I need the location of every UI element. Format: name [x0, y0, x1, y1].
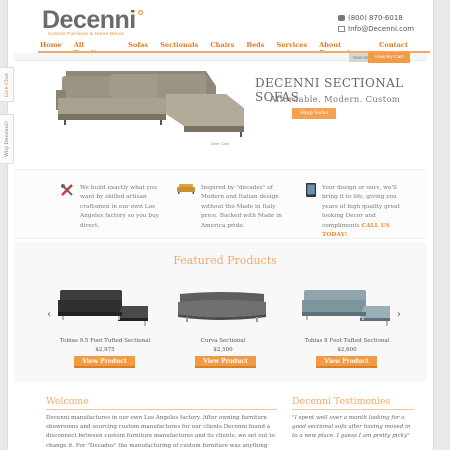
feature-text-craftsmen: We build exactly what you want by skille… [80, 185, 160, 229]
testimonial-quote: "I spent well over a month looking for a… [292, 415, 411, 440]
sofa-icon [177, 184, 195, 194]
hero-subtitle: Affordable. Modern. Custom [270, 94, 401, 104]
tools-icon [61, 184, 73, 196]
product-name-1[interactable]: Tobias 9.5 Foot Tufted Sectional [50, 338, 160, 344]
carousel-next-icon[interactable]: › [397, 309, 401, 320]
logo[interactable]: Decenni [42, 6, 143, 35]
email-address: Info@Decenni.com [348, 25, 415, 33]
logo-dot-icon [137, 10, 143, 15]
testimonials-divider [292, 409, 414, 410]
feature-text-design: Inspired by "decades" of Modern and Ital… [201, 185, 282, 229]
live-chat-tab[interactable]: Live Chat [0, 67, 14, 102]
shop-sofas-button[interactable]: Shop Sofas [292, 108, 336, 119]
product-image-1 [58, 290, 148, 326]
view-product-button-2[interactable]: View Product [195, 356, 256, 368]
tagline: Custom Furniture & Home Decor [48, 32, 124, 37]
feature-text-call: Your design or ours, we'll bring it to l… [322, 185, 400, 239]
view-product-button-1[interactable]: View Product [74, 356, 135, 368]
product-name-2[interactable]: Curva Sectional [168, 338, 278, 344]
view-product-button-3[interactable]: View Product [316, 356, 377, 368]
welcome-text: Decenni manufactures in our own Los Ange… [46, 415, 275, 449]
view-cart-button[interactable]: View My Cart [368, 52, 410, 63]
phone-icon [338, 15, 345, 21]
tablet-icon [306, 183, 316, 197]
welcome-divider [46, 409, 277, 410]
featured-title: Featured Products [173, 254, 277, 267]
product-price-1: $2,975 [95, 347, 115, 353]
carousel-prev-icon[interactable]: ‹ [47, 309, 51, 320]
phone-contact[interactable]: (800) 870-6018 [338, 14, 403, 22]
welcome-title: Welcome [46, 396, 89, 407]
why-decenni-tab[interactable]: Why Decenni? [0, 114, 14, 164]
hero-caption: Juliet Cafe [210, 141, 229, 146]
product-image-2 [178, 292, 266, 322]
product-image-3 [302, 290, 390, 326]
product-name-3[interactable]: Tobias 8 Foot Tufted Sectional [292, 338, 402, 344]
email-contact[interactable]: Info@Decenni.com [338, 25, 414, 33]
hero-sofa-image [56, 71, 244, 137]
mail-icon [338, 26, 345, 32]
product-price-3: $2,600 [337, 347, 357, 353]
testimonials-title: Decenni Testimonies [292, 396, 391, 407]
product-price-2: $2,500 [213, 347, 233, 353]
phone-number: (800) 870-6018 [348, 14, 403, 22]
